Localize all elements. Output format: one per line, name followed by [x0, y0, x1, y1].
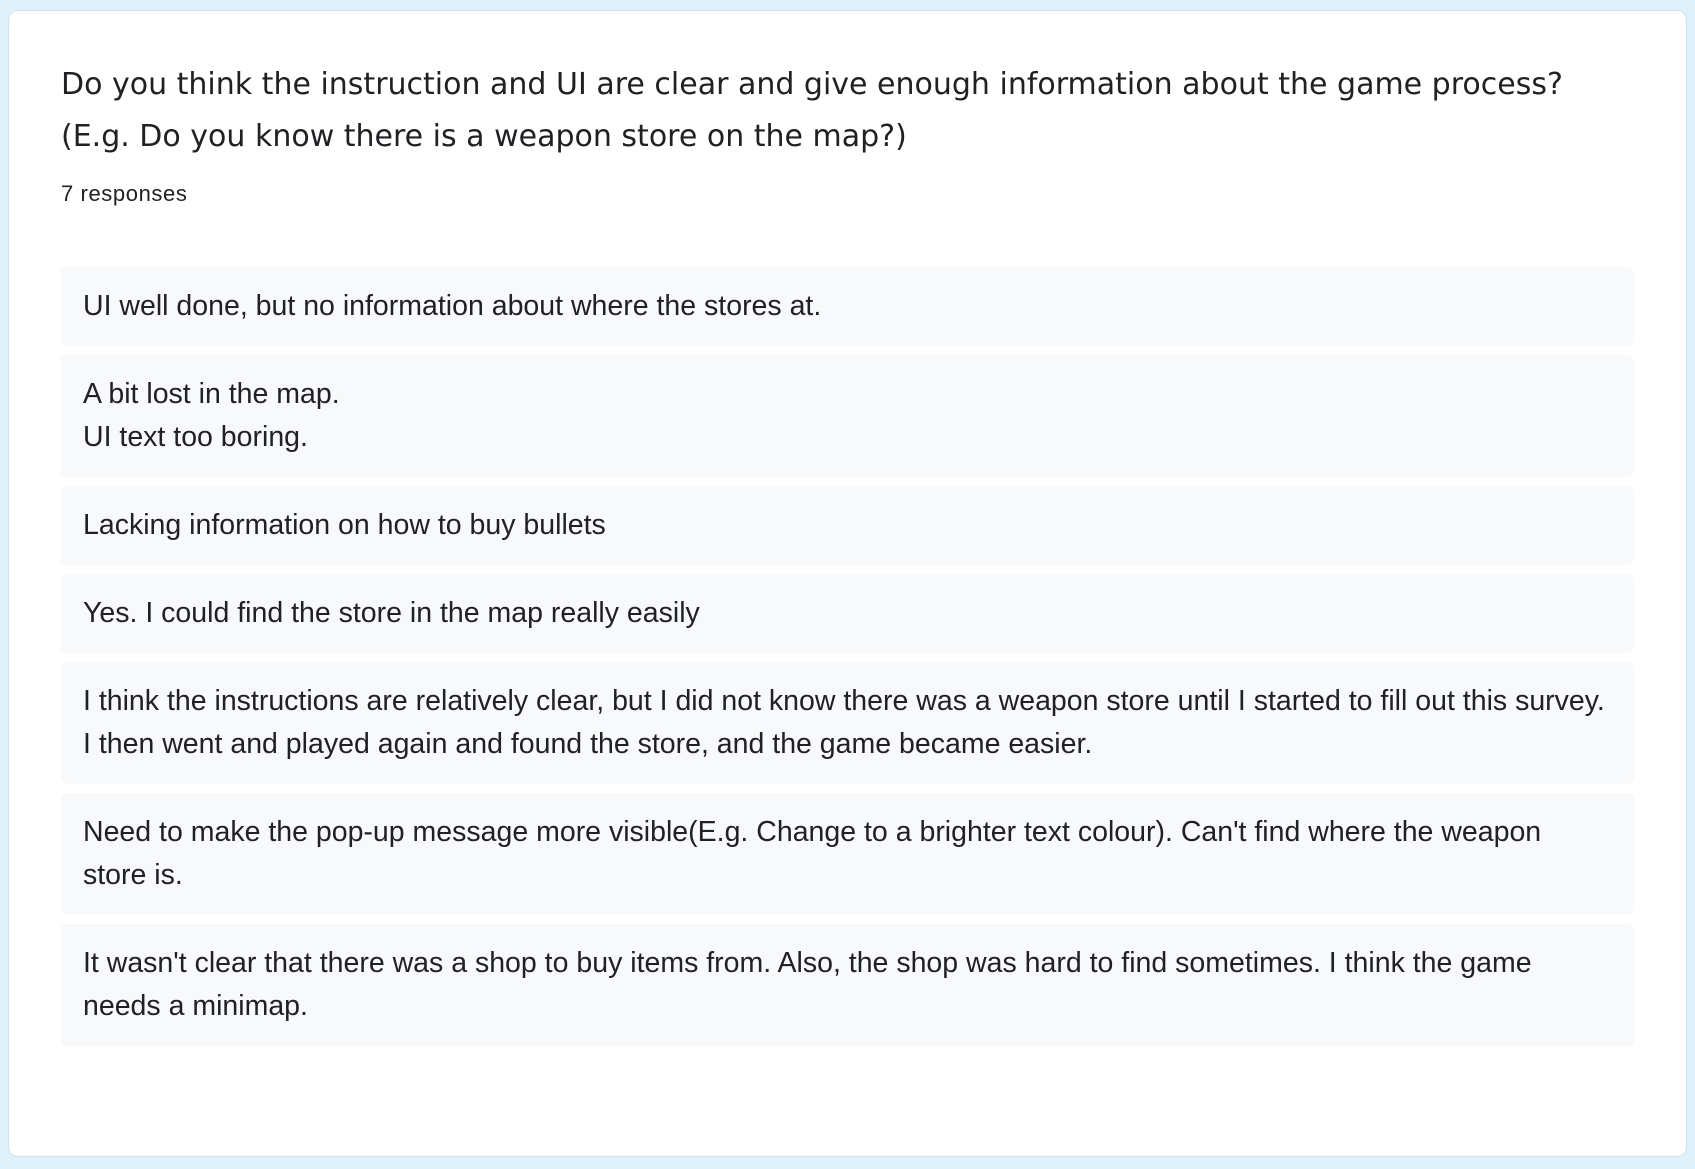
response-item: Need to make the pop-up message more vis… [61, 793, 1634, 915]
response-count: 7 responses [61, 181, 188, 206]
response-list: UI well done, but no information about w… [61, 267, 1634, 1046]
response-item: A bit lost in the map. UI text too borin… [61, 355, 1634, 477]
response-item: Lacking information on how to buy bullet… [61, 486, 1634, 565]
response-item: I think the instructions are relatively … [61, 662, 1634, 784]
response-item: It wasn't clear that there was a shop to… [61, 924, 1634, 1046]
response-item: UI well done, but no information about w… [61, 267, 1634, 346]
question-card: Do you think the instruction and UI are … [8, 10, 1687, 1157]
response-item: Yes. I could find the store in the map r… [61, 574, 1634, 653]
question-title: Do you think the instruction and UI are … [61, 67, 1563, 154]
